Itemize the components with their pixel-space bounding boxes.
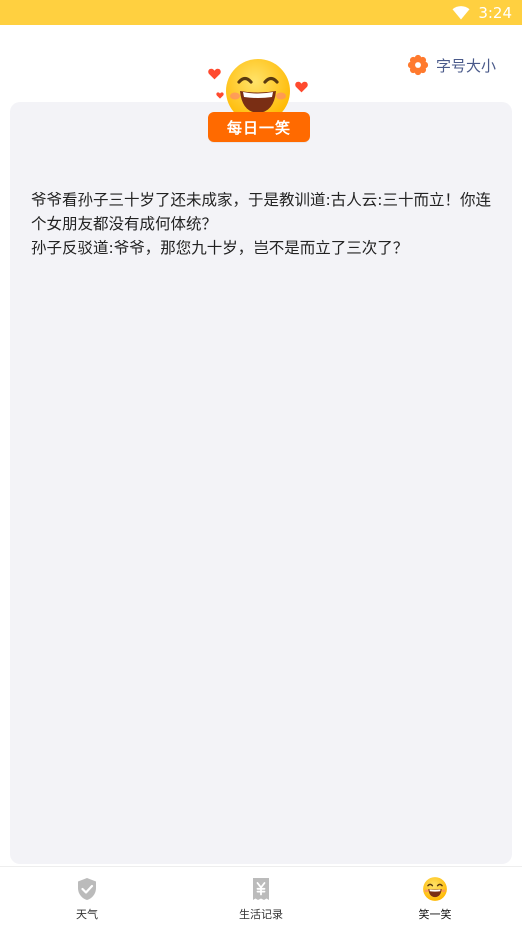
heart-icon (295, 81, 308, 93)
nav-item-laugh[interactable]: 笑一笑 (348, 867, 522, 927)
nav-item-life-records[interactable]: 生活记录 (174, 867, 348, 927)
yen-receipt-icon (253, 878, 269, 900)
nav-label: 天气 (76, 908, 98, 921)
wifi-icon (452, 5, 470, 19)
status-bar: 3:24 (0, 0, 522, 25)
joke-card: 爷爷看孙子三十岁了还未成家，于是教训道:古人云:三十而立！你连个女朋友都没有成何… (10, 102, 512, 864)
nav-label: 生活记录 (239, 908, 283, 921)
shield-check-icon (78, 878, 96, 900)
heart-icon (208, 68, 221, 80)
status-time: 3:24 (478, 3, 512, 22)
bottom-nav: 天气 生活记录 笑一笑 (0, 866, 522, 927)
font-size-label: 字号大小 (435, 56, 496, 75)
daily-laugh-badge: 每日一笑 (208, 112, 310, 142)
nav-label: 笑一笑 (418, 908, 452, 921)
screen: 3:24 字号大小 爷爷看孙子三十岁了还未成家，于是教训道:古人云:三十而立！你… (0, 0, 522, 927)
flower-gear-icon (407, 54, 429, 76)
nav-item-weather[interactable]: 天气 (0, 867, 174, 927)
joke-text: 爷爷看孙子三十岁了还未成家，于是教训道:古人云:三十而立！你连个女朋友都没有成何… (31, 191, 491, 257)
laughing-emoji-icon (423, 877, 447, 901)
daily-laugh-header: 每日一笑 (205, 56, 315, 146)
font-size-button[interactable]: 字号大小 (407, 54, 496, 76)
